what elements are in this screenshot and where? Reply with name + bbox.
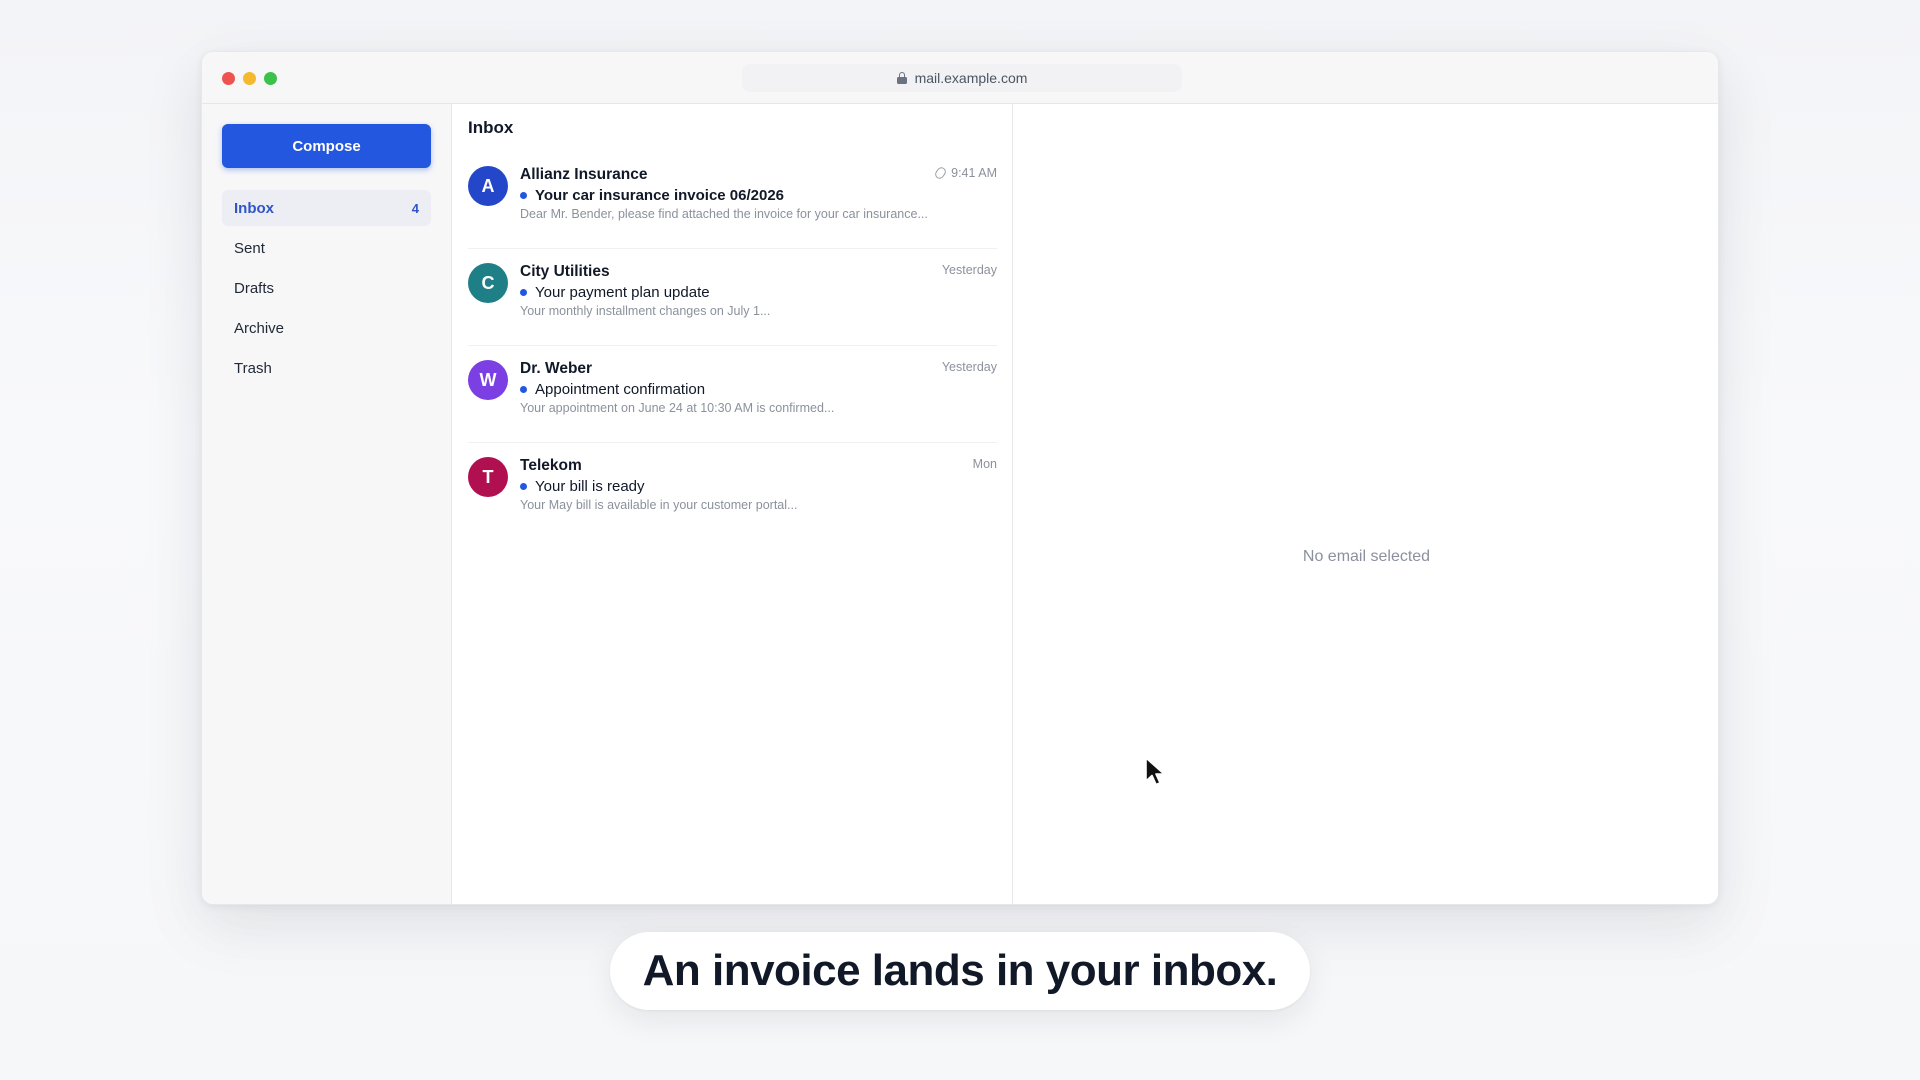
email-meta: Yesterday (942, 263, 997, 277)
list-title: Inbox (468, 118, 514, 137)
email-list: Inbox A Allianz Insurance Your car insur… (452, 104, 1013, 904)
avatar: C (468, 263, 508, 303)
sidebar: Compose Inbox 4 Sent Drafts Archive Tras… (202, 104, 452, 904)
email-subject-line: Your bill is ready (520, 478, 645, 495)
email-subject-line: Your payment plan update (520, 284, 710, 301)
unread-count-badge: 4 (411, 200, 419, 216)
sidebar-item-archive[interactable]: Archive (222, 310, 431, 346)
email-subject: Your car insurance invoice 06/2026 (535, 187, 785, 204)
email-preview: Your May bill is available in your custo… (520, 498, 798, 512)
address-bar[interactable]: mail.example.com (742, 64, 1182, 92)
email-meta: Yesterday (942, 360, 997, 374)
compose-button[interactable]: Compose (222, 124, 431, 168)
email-time: Mon (972, 457, 997, 471)
email-preview: Your appointment on June 24 at 10:30 AM … (520, 401, 835, 415)
email-time: Yesterday (941, 263, 997, 277)
email-row-allianz[interactable]: A Allianz Insurance Your car insurance i… (468, 152, 997, 249)
sidebar-item-label: Inbox (234, 199, 274, 217)
close-window-button[interactable] (222, 72, 235, 85)
caption-banner: An invoice lands in your inbox. (610, 932, 1310, 1010)
unread-dot-icon (520, 289, 527, 296)
empty-state-text: No email selected (1302, 548, 1431, 565)
email-preview: Your monthly installment changes on July… (520, 304, 771, 318)
email-sender: City Utilities (520, 263, 610, 280)
sidebar-item-label: Sent (234, 239, 265, 257)
sidebar-item-label: Drafts (234, 279, 275, 297)
email-sender: Allianz Insurance (520, 166, 648, 183)
mail-app-window: mail.example.com Compose Inbox 4 Sent Dr… (201, 51, 1719, 905)
email-subject: Your payment plan update (535, 284, 710, 301)
email-subject-line: Your car insurance invoice 06/2026 (520, 187, 784, 204)
reading-pane: No email selected (1013, 104, 1718, 904)
avatar: W (468, 360, 508, 400)
email-time: 9:41 AM (951, 166, 997, 180)
email-meta: Mon (973, 457, 997, 471)
email-preview: Dear Mr. Bender, please find attached th… (520, 207, 928, 221)
caption-text: An invoice lands in your inbox. (642, 946, 1278, 995)
email-subject: Your bill is ready (535, 478, 645, 495)
email-sender: Dr. Weber (520, 360, 593, 377)
email-subject: Appointment confirmation (535, 381, 706, 398)
sidebar-item-sent[interactable]: Sent (222, 230, 431, 266)
folder-nav: Inbox 4 Sent Drafts Archive Trash (222, 190, 431, 390)
sidebar-item-label: Trash (234, 359, 272, 377)
mouse-pointer-icon (1145, 757, 1165, 786)
unread-dot-icon (520, 386, 527, 393)
lock-icon (896, 72, 907, 84)
sidebar-item-drafts[interactable]: Drafts (222, 270, 431, 306)
minimize-window-button[interactable] (243, 72, 256, 85)
email-row-telekom[interactable]: T Telekom Your bill is ready Your May bi… (468, 443, 997, 540)
sidebar-item-label: Archive (234, 319, 285, 337)
email-subject-line: Appointment confirmation (520, 381, 705, 398)
browser-titlebar: mail.example.com (202, 52, 1718, 104)
unread-dot-icon (520, 192, 527, 199)
paperclip-icon (933, 165, 948, 181)
email-time: Yesterday (941, 360, 997, 374)
unread-dot-icon (520, 483, 527, 490)
avatar: A (468, 166, 508, 206)
maximize-window-button[interactable] (264, 72, 277, 85)
sidebar-item-inbox[interactable]: Inbox 4 (222, 190, 431, 226)
email-meta: 9:41 AM (933, 165, 997, 181)
address-bar-url: mail.example.com (914, 70, 1028, 86)
email-row-city-utilities[interactable]: C City Utilities Your payment plan updat… (468, 249, 997, 346)
email-row-dr-weber[interactable]: W Dr. Weber Appointment confirmation You… (468, 346, 997, 443)
sidebar-item-trash[interactable]: Trash (222, 350, 431, 386)
email-sender: Telekom (520, 457, 582, 474)
avatar: T (468, 457, 508, 497)
